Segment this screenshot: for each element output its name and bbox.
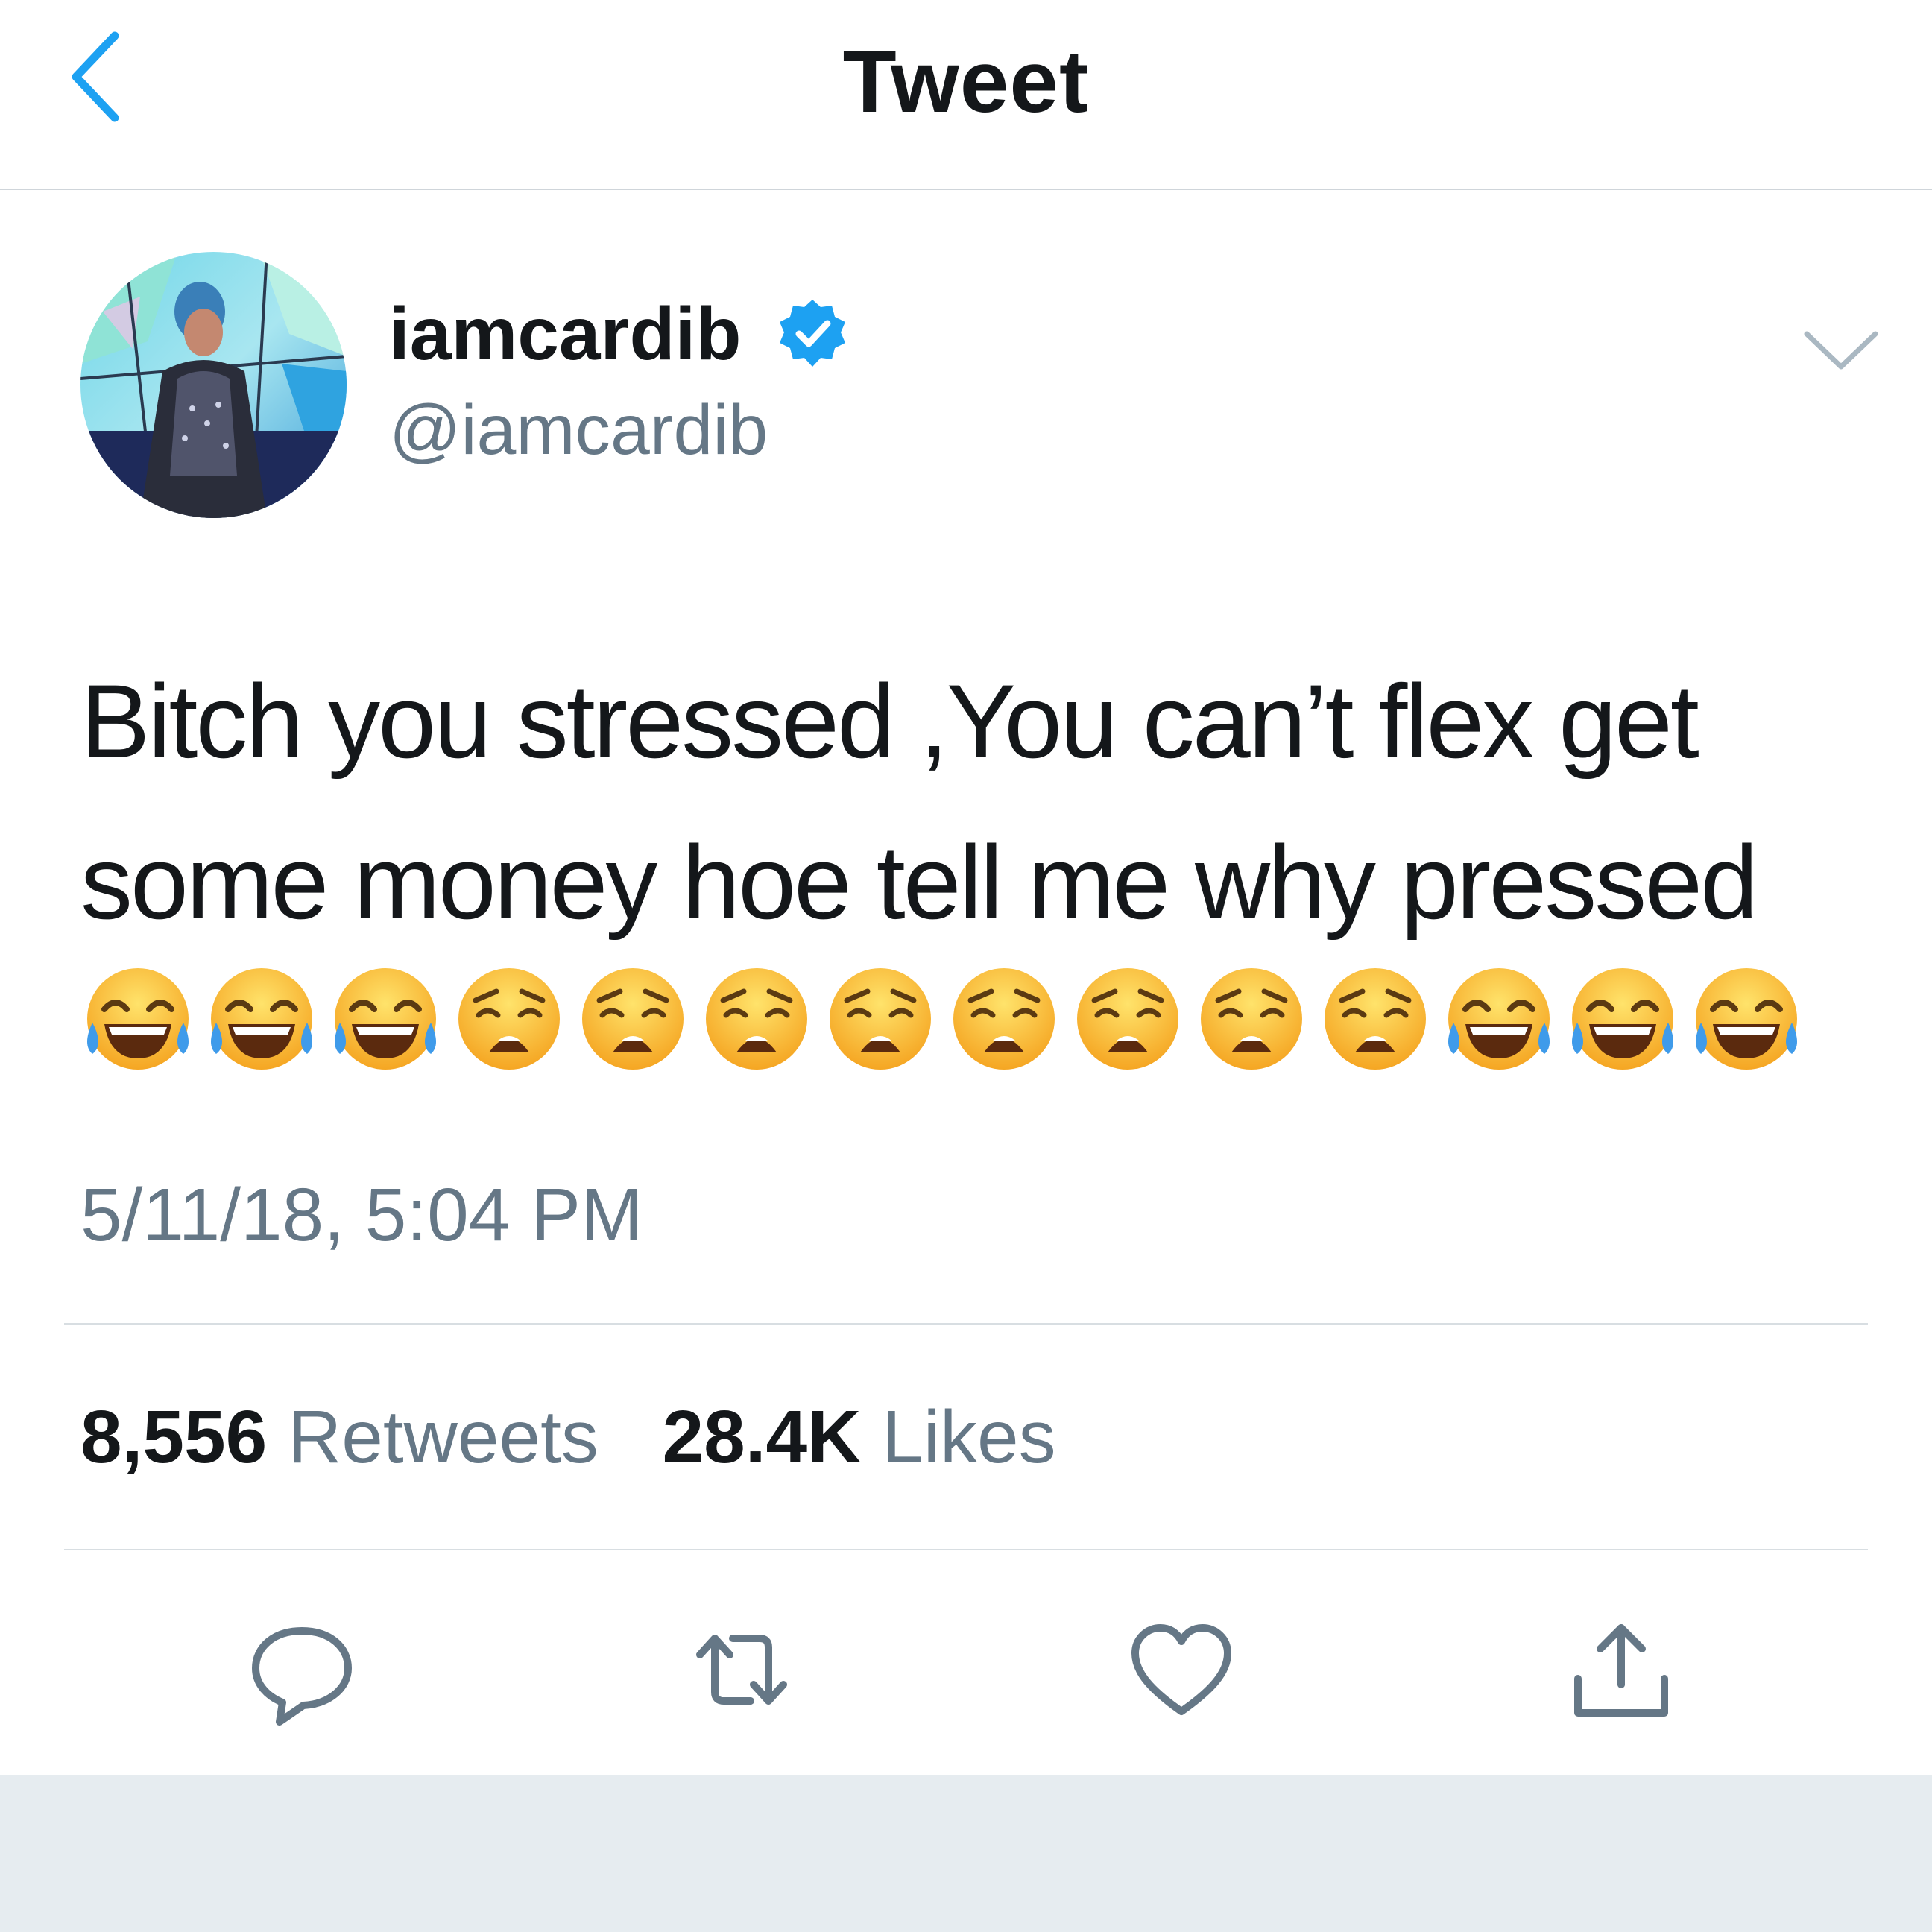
- face-with-tears-of-joy-icon: [1696, 968, 1797, 1070]
- tweet-text-line: Bitch you stressed ,You can’t flex get: [80, 663, 1699, 780]
- tweet-timestamp: 5/11/18, 5:04 PM: [80, 1173, 643, 1257]
- weary-face-icon: [1325, 968, 1426, 1070]
- display-name[interactable]: iamcardib: [389, 289, 741, 379]
- face-with-tears-of-joy-icon: [87, 968, 189, 1070]
- tweet-stats: 8,556 Retweets 28.4K Likes: [80, 1392, 1056, 1482]
- nav-bar: Tweet: [0, 0, 1932, 190]
- likes-label: Likes: [882, 1395, 1056, 1479]
- emoji-row: [82, 963, 1814, 1082]
- chevron-down-icon: [1804, 331, 1878, 370]
- divider: [64, 1323, 1868, 1325]
- share-icon: [1574, 1624, 1668, 1717]
- reply-button[interactable]: [242, 1610, 362, 1729]
- page-title: Tweet: [842, 33, 1090, 131]
- weary-face-icon: [953, 968, 1055, 1070]
- retweets-stat[interactable]: 8,556 Retweets: [80, 1395, 619, 1479]
- weary-face-icon: [706, 968, 807, 1070]
- face-with-tears-of-joy-icon: [335, 968, 436, 1070]
- retweet-icon: [696, 1635, 787, 1705]
- weary-face-icon: [1077, 968, 1178, 1070]
- retweets-label: Retweets: [288, 1395, 599, 1479]
- tweet-text: Bitch you stressed ,You can’t flex get s…: [80, 641, 1884, 963]
- reply-icon: [252, 1627, 352, 1726]
- face-with-tears-of-joy-icon: [1448, 968, 1550, 1070]
- face-with-tears-of-joy-icon: [1572, 968, 1673, 1070]
- likes-count: 28.4K: [662, 1395, 862, 1479]
- more-options-button[interactable]: [1796, 321, 1886, 380]
- footer-background: [0, 1775, 1932, 1932]
- retweet-button[interactable]: [682, 1610, 801, 1729]
- weary-face-icon: [582, 968, 684, 1070]
- share-button[interactable]: [1562, 1610, 1681, 1729]
- weary-face-icon: [830, 968, 931, 1070]
- avatar[interactable]: [80, 252, 347, 518]
- heart-icon: [1131, 1624, 1231, 1715]
- weary-face-icon: [1201, 968, 1302, 1070]
- like-button[interactable]: [1122, 1610, 1241, 1729]
- weary-face-icon: [458, 968, 560, 1070]
- divider: [64, 1549, 1868, 1550]
- avatar-image: [80, 252, 347, 518]
- verified-badge-icon: [780, 300, 845, 367]
- face-with-tears-of-joy-icon: [211, 968, 312, 1070]
- user-handle[interactable]: @iamcardib: [389, 388, 768, 473]
- tweet-text-line: some money hoe tell me why pressed: [80, 824, 1758, 941]
- likes-stat[interactable]: 28.4K Likes: [663, 1395, 1056, 1479]
- retweets-count: 8,556: [80, 1395, 268, 1479]
